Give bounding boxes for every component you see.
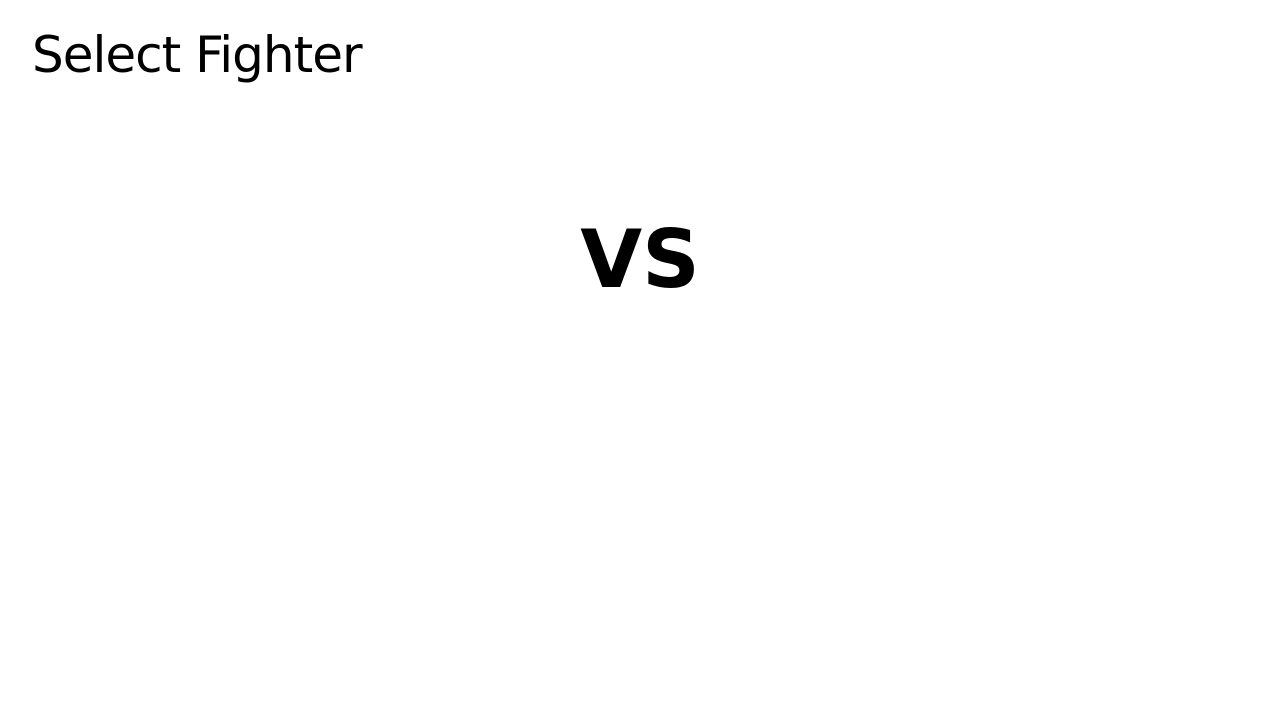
screen-title: Select Fighter — [32, 26, 363, 84]
fighter-select-screen: Select Fighter VS — [0, 0, 1280, 720]
versus-label: VS — [580, 213, 700, 306]
